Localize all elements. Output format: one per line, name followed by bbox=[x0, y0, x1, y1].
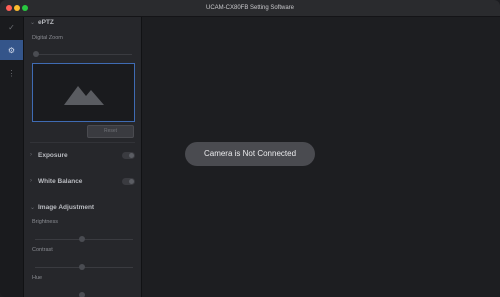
white-balance-toggle[interactable] bbox=[122, 178, 135, 185]
exposure-toggle[interactable] bbox=[122, 152, 135, 159]
app-window: UCAM-CX80FB Setting Software ✓ ⚙ ⋮ ⌄ ePT… bbox=[0, 0, 500, 297]
digital-zoom-slider-track[interactable] bbox=[34, 54, 132, 55]
brightness-label: Brightness bbox=[32, 219, 58, 225]
digital-zoom-slider-thumb[interactable] bbox=[33, 51, 39, 57]
chevron-right-icon[interactable]: › bbox=[30, 178, 32, 184]
eptz-section-title[interactable]: ePTZ bbox=[38, 19, 54, 26]
chevron-down-icon[interactable]: ⌄ bbox=[30, 204, 35, 211]
hue-label: Hue bbox=[32, 275, 43, 281]
title-bar: UCAM-CX80FB Setting Software bbox=[0, 0, 500, 17]
hue-slider-thumb[interactable] bbox=[79, 292, 85, 297]
image-adjustment-section-title[interactable]: Image Adjustment bbox=[38, 204, 94, 211]
rail-item-settings[interactable]: ⚙ bbox=[0, 40, 23, 60]
digital-zoom-label: Digital Zoom bbox=[32, 35, 63, 41]
divider bbox=[30, 142, 135, 143]
exposure-section-title[interactable]: Exposure bbox=[38, 152, 68, 159]
image-placeholder-icon bbox=[64, 86, 104, 105]
zoom-preview[interactable] bbox=[32, 63, 135, 122]
window-title: UCAM-CX80FB Setting Software bbox=[205, 5, 295, 11]
white-balance-section-title[interactable]: White Balance bbox=[38, 178, 82, 185]
check-icon: ✓ bbox=[8, 22, 15, 32]
contrast-label: Contrast bbox=[32, 247, 53, 253]
gear-icon: ⚙ bbox=[7, 45, 16, 55]
contrast-slider-thumb[interactable] bbox=[79, 264, 85, 270]
reset-button[interactable]: Reset bbox=[87, 125, 134, 138]
connection-status-message: Camera is Not Connected bbox=[185, 142, 315, 166]
rail-item-more[interactable]: ⋮ bbox=[0, 63, 23, 83]
brightness-slider-thumb[interactable] bbox=[79, 236, 85, 242]
rail-item-check[interactable]: ✓ bbox=[0, 17, 23, 37]
chevron-down-icon[interactable]: ⌄ bbox=[30, 19, 35, 26]
chevron-right-icon[interactable]: › bbox=[30, 152, 32, 158]
more-icon: ⋮ bbox=[7, 68, 16, 78]
side-rail: ✓ ⚙ ⋮ bbox=[0, 17, 24, 297]
